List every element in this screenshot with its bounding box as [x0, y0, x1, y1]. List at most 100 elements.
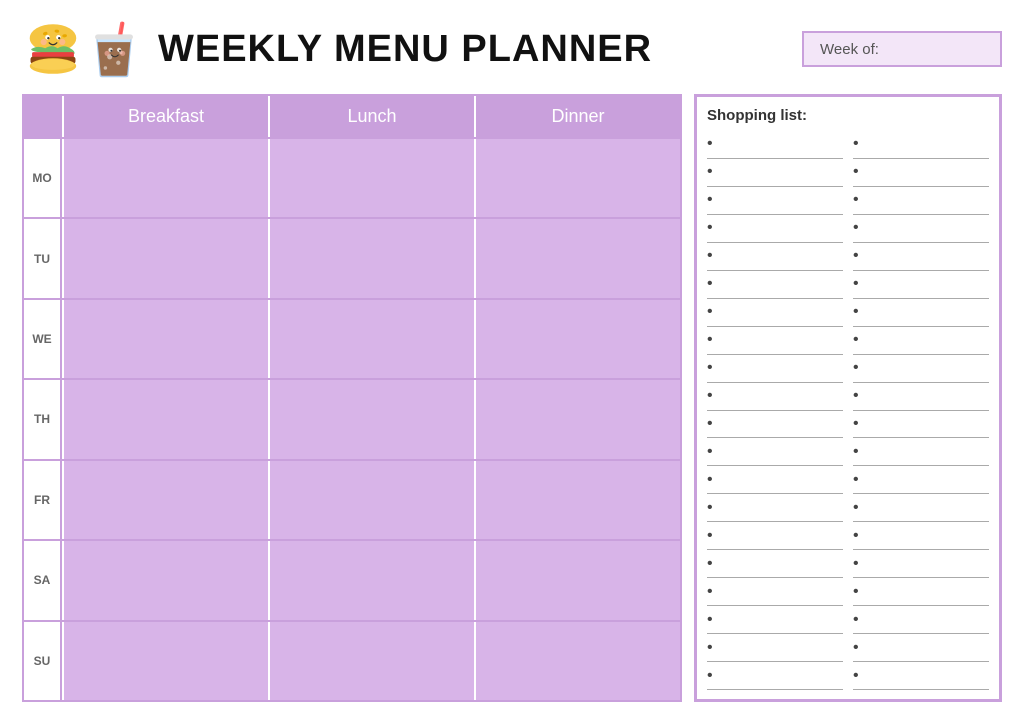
shopping-item-23[interactable]: •	[707, 439, 843, 466]
item-line-3	[717, 166, 843, 178]
item-line-24	[863, 446, 989, 458]
bullet-25: •	[707, 472, 713, 488]
shopping-item-6[interactable]: •	[853, 188, 989, 215]
row-tuesday: TU	[24, 217, 680, 297]
cell-we-dinner[interactable]	[474, 300, 680, 378]
shopping-item-8[interactable]: •	[853, 216, 989, 243]
cell-su-breakfast[interactable]	[62, 622, 268, 700]
shopping-item-5[interactable]: •	[707, 188, 843, 215]
bullet-36: •	[853, 612, 859, 628]
bullet-35: •	[707, 612, 713, 628]
item-line-20	[863, 390, 989, 402]
item-line-2	[863, 138, 989, 150]
shopping-item-34[interactable]: •	[853, 579, 989, 606]
bullet-17: •	[707, 360, 713, 376]
item-line-21	[717, 418, 843, 430]
header: WEEKLY MENU PLANNER Week of:	[22, 18, 1002, 80]
shopping-item-31[interactable]: •	[707, 551, 843, 578]
item-line-8	[863, 222, 989, 234]
shopping-item-35[interactable]: •	[707, 607, 843, 634]
shopping-item-12[interactable]: •	[853, 272, 989, 299]
shopping-item-27[interactable]: •	[707, 495, 843, 522]
shopping-item-4[interactable]: •	[853, 160, 989, 187]
week-of-box[interactable]: Week of:	[802, 31, 1002, 67]
shopping-item-28[interactable]: •	[853, 495, 989, 522]
shopping-item-13[interactable]: •	[707, 300, 843, 327]
shopping-item-22[interactable]: •	[853, 412, 989, 439]
burger-icon	[22, 18, 84, 80]
shopping-item-10[interactable]: •	[853, 244, 989, 271]
shopping-item-1[interactable]: •	[707, 132, 843, 159]
cell-mo-breakfast[interactable]	[62, 139, 268, 217]
cell-sa-dinner[interactable]	[474, 541, 680, 619]
shopping-item-29[interactable]: •	[707, 523, 843, 550]
cell-su-dinner[interactable]	[474, 622, 680, 700]
shopping-item-37[interactable]: •	[707, 635, 843, 662]
bullet-8: •	[853, 220, 859, 236]
shopping-item-26[interactable]: •	[853, 467, 989, 494]
item-line-25	[717, 474, 843, 486]
bullet-7: •	[707, 220, 713, 236]
drink-icon	[88, 18, 140, 80]
cell-su-lunch[interactable]	[268, 622, 474, 700]
cell-tu-lunch[interactable]	[268, 219, 474, 297]
shopping-item-14[interactable]: •	[853, 300, 989, 327]
shopping-item-11[interactable]: •	[707, 272, 843, 299]
shopping-item-2[interactable]: •	[853, 132, 989, 159]
cell-fr-lunch[interactable]	[268, 461, 474, 539]
row-monday: MO	[24, 137, 680, 217]
shopping-item-9[interactable]: •	[707, 244, 843, 271]
bullet-12: •	[853, 276, 859, 292]
item-line-30	[863, 530, 989, 542]
shopping-item-16[interactable]: •	[853, 328, 989, 355]
shopping-item-19[interactable]: •	[707, 384, 843, 411]
bullet-19: •	[707, 388, 713, 404]
bullet-9: •	[707, 248, 713, 264]
cell-tu-dinner[interactable]	[474, 219, 680, 297]
cell-mo-lunch[interactable]	[268, 139, 474, 217]
shopping-item-33[interactable]: •	[707, 579, 843, 606]
cell-sa-lunch[interactable]	[268, 541, 474, 619]
cell-tu-breakfast[interactable]	[62, 219, 268, 297]
cell-fr-breakfast[interactable]	[62, 461, 268, 539]
cell-sa-breakfast[interactable]	[62, 541, 268, 619]
item-line-28	[863, 502, 989, 514]
shopping-item-30[interactable]: •	[853, 523, 989, 550]
shopping-item-40[interactable]: •	[853, 663, 989, 690]
shopping-item-24[interactable]: •	[853, 439, 989, 466]
bullet-20: •	[853, 388, 859, 404]
bullet-10: •	[853, 248, 859, 264]
bullet-32: •	[853, 556, 859, 572]
shopping-item-36[interactable]: •	[853, 607, 989, 634]
shopping-item-21[interactable]: •	[707, 412, 843, 439]
shopping-item-3[interactable]: •	[707, 160, 843, 187]
item-line-14	[863, 306, 989, 318]
cell-we-lunch[interactable]	[268, 300, 474, 378]
shopping-item-25[interactable]: •	[707, 467, 843, 494]
shopping-item-20[interactable]: •	[853, 384, 989, 411]
bullet-37: •	[707, 640, 713, 656]
cell-th-breakfast[interactable]	[62, 380, 268, 458]
item-line-36	[863, 614, 989, 626]
cell-mo-dinner[interactable]	[474, 139, 680, 217]
shopping-item-32[interactable]: •	[853, 551, 989, 578]
shopping-item-18[interactable]: •	[853, 356, 989, 383]
shopping-item-38[interactable]: •	[853, 635, 989, 662]
shopping-item-39[interactable]: •	[707, 663, 843, 690]
bullet-11: •	[707, 276, 713, 292]
bullet-30: •	[853, 528, 859, 544]
item-line-35	[717, 614, 843, 626]
item-line-37	[717, 642, 843, 654]
shopping-item-7[interactable]: •	[707, 216, 843, 243]
shopping-item-15[interactable]: •	[707, 328, 843, 355]
item-line-4	[863, 166, 989, 178]
bullet-33: •	[707, 584, 713, 600]
cell-th-dinner[interactable]	[474, 380, 680, 458]
cell-we-breakfast[interactable]	[62, 300, 268, 378]
shopping-list-title: Shopping list:	[707, 107, 989, 124]
shopping-item-17[interactable]: •	[707, 356, 843, 383]
page: WEEKLY MENU PLANNER Week of: Breakfast L…	[0, 0, 1024, 716]
cell-th-lunch[interactable]	[268, 380, 474, 458]
cell-fr-dinner[interactable]	[474, 461, 680, 539]
item-line-23	[717, 446, 843, 458]
